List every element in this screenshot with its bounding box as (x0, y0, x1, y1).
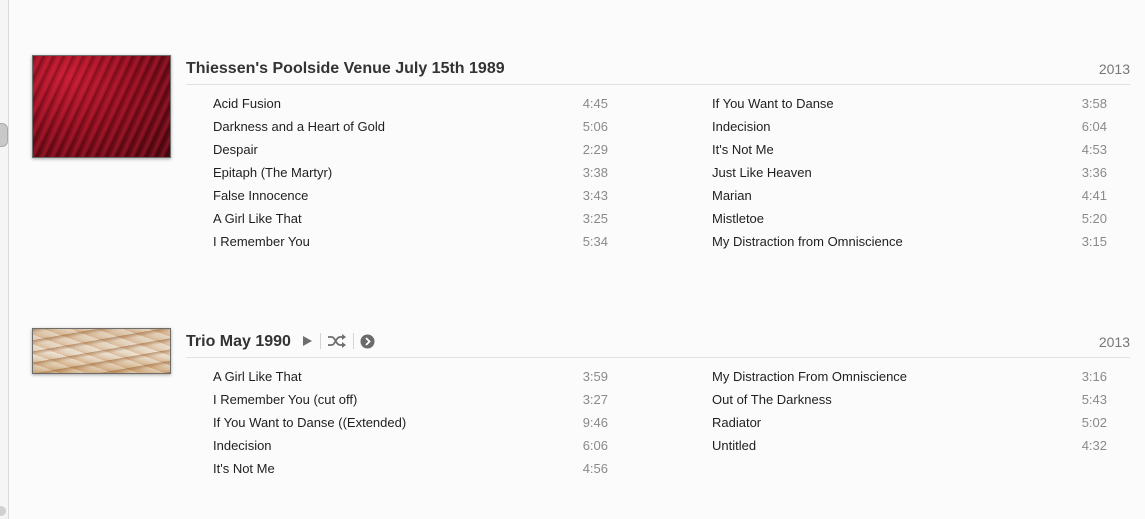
track-title: If You Want to Danse ((Extended) (213, 415, 407, 430)
track-duration: 4:56 (582, 461, 608, 476)
track-title: Out of The Darkness (712, 392, 832, 407)
track-duration: 3:43 (582, 188, 608, 203)
track-row[interactable]: Darkness and a Heart of Gold 5:06 (213, 119, 608, 139)
album-1-title[interactable]: Thiessen's Poolside Venue July 15th 1989 (186, 60, 505, 78)
track-row[interactable]: If You Want to Danse 3:58 (712, 96, 1107, 116)
track-row[interactable]: Indecision 6:06 (213, 438, 608, 458)
track-row[interactable]: A Girl Like That 3:59 (213, 369, 608, 389)
track-title: It's Not Me (213, 461, 275, 476)
track-duration: 3:36 (1081, 165, 1107, 180)
album-2-artwork[interactable] (32, 328, 171, 374)
track-row[interactable]: I Remember You (cut off) 3:27 (213, 392, 608, 412)
track-title: Marian (712, 188, 752, 203)
track-duration: 4:32 (1081, 438, 1107, 453)
track-title: Darkness and a Heart of Gold (213, 119, 385, 134)
track-row[interactable]: Despair 2:29 (213, 142, 608, 162)
track-title: It's Not Me (712, 142, 774, 157)
track-title: False Innocence (213, 188, 309, 203)
track-row[interactable]: Out of The Darkness 5:43 (712, 392, 1107, 412)
track-duration: 2:29 (582, 142, 608, 157)
track-title: Acid Fusion (213, 96, 281, 111)
play-icon[interactable] (300, 331, 314, 351)
track-row[interactable]: If You Want to Danse ((Extended) 9:46 (213, 415, 608, 435)
track-row[interactable]: I Remember You 5:34 (213, 234, 608, 254)
track-title: Epitaph (The Martyr) (213, 165, 333, 180)
album-2-title[interactable]: Trio May 1990 (186, 333, 291, 351)
track-title: My Distraction From Omniscience (712, 369, 908, 384)
track-row[interactable]: Marian 4:41 (712, 188, 1107, 208)
track-duration: 9:46 (582, 415, 608, 430)
track-title: I Remember You (cut off) (213, 392, 358, 407)
track-duration: 6:04 (1081, 119, 1107, 134)
album-1-artwork[interactable] (32, 55, 171, 158)
track-row[interactable]: Untitled 4:32 (712, 438, 1107, 458)
track-row[interactable]: It's Not Me 4:56 (213, 461, 608, 481)
track-row[interactable]: A Girl Like That 3:25 (213, 211, 608, 231)
sidebar-edge (0, 0, 9, 519)
track-title: I Remember You (213, 234, 310, 249)
track-duration: 5:34 (582, 234, 608, 249)
track-title: If You Want to Danse (712, 96, 834, 111)
track-title: My Distraction from Omniscience (712, 234, 903, 249)
track-duration: 3:59 (582, 369, 608, 384)
track-row[interactable]: Mistletoe 5:20 (712, 211, 1107, 231)
track-duration: 3:38 (582, 165, 608, 180)
track-row[interactable]: My Distraction From Omniscience 3:16 (712, 369, 1107, 389)
track-title: Indecision (712, 119, 771, 134)
album-2-year: 2013 (1098, 334, 1130, 350)
track-duration: 5:06 (582, 119, 608, 134)
track-title: Radiator (712, 415, 762, 430)
track-duration: 4:53 (1081, 142, 1107, 157)
track-duration: 4:41 (1081, 188, 1107, 203)
track-title: Just Like Heaven (712, 165, 812, 180)
track-title: A Girl Like That (213, 369, 302, 384)
arrow-circle-icon[interactable] (360, 331, 375, 351)
track-row[interactable]: It's Not Me 4:53 (712, 142, 1107, 162)
control-divider (353, 333, 354, 349)
track-duration: 3:25 (582, 211, 608, 226)
sidebar-resize-handle[interactable] (0, 123, 8, 147)
track-row[interactable]: Acid Fusion 4:45 (213, 96, 608, 116)
track-duration: 3:27 (582, 392, 608, 407)
album-1-year: 2013 (1098, 61, 1130, 77)
track-row[interactable]: False Innocence 3:43 (213, 188, 608, 208)
shuffle-icon[interactable] (327, 331, 347, 351)
track-title: A Girl Like That (213, 211, 302, 226)
album-2-header: Trio May 1990 2013 (186, 329, 1130, 358)
track-title: Despair (213, 142, 258, 157)
track-duration: 5:43 (1081, 392, 1107, 407)
track-title: Untitled (712, 438, 757, 453)
track-duration: 5:02 (1081, 415, 1107, 430)
track-duration: 3:58 (1081, 96, 1107, 111)
track-duration: 5:20 (1081, 211, 1107, 226)
track-duration: 4:45 (582, 96, 608, 111)
control-divider (320, 333, 321, 349)
track-duration: 6:06 (582, 438, 608, 453)
album-1-header: Thiessen's Poolside Venue July 15th 1989… (186, 56, 1130, 85)
track-row[interactable]: My Distraction from Omniscience 3:15 (712, 234, 1107, 254)
album-2-controls (300, 331, 375, 351)
track-row[interactable]: Epitaph (The Martyr) 3:38 (213, 165, 608, 185)
track-title: Mistletoe (712, 211, 765, 226)
track-duration: 3:16 (1081, 369, 1107, 384)
track-row[interactable]: Just Like Heaven 3:36 (712, 165, 1107, 185)
track-row[interactable]: Radiator 5:02 (712, 415, 1107, 435)
track-duration: 3:15 (1081, 234, 1107, 249)
track-title: Indecision (213, 438, 272, 453)
track-row[interactable]: Indecision 6:04 (712, 119, 1107, 139)
